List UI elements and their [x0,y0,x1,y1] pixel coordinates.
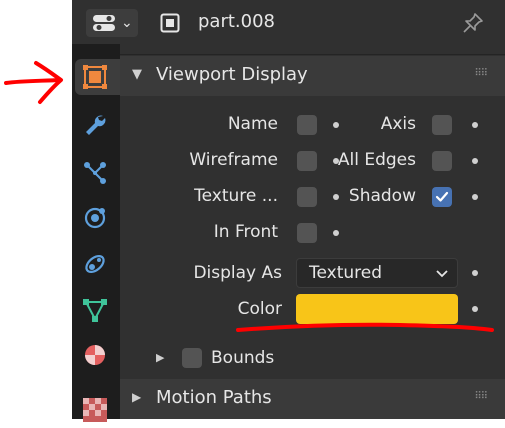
chevron-down-icon: ⌄ [121,15,133,31]
tab-modifiers[interactable] [75,106,115,142]
wireframe-checkbox[interactable] [297,151,317,171]
tab-object[interactable] [75,59,120,95]
motion-paths-title: Motion Paths [156,387,272,408]
wireframe-label: Wireframe [189,150,278,170]
tab-constraints[interactable] [75,246,115,282]
mesh-data-icon [83,299,107,322]
properties-editor-icon [93,15,115,31]
texture-space-checkbox[interactable] [297,187,317,207]
object-icon [160,13,180,33]
in-front-label: In Front [213,222,278,242]
object-properties-icon [83,65,107,89]
drag-grip-icon[interactable]: ⠿⠿ [474,68,488,79]
physics-icon [84,207,106,229]
tab-material[interactable] [75,337,115,373]
display-as-dropdown[interactable]: Textured [296,258,458,288]
material-icon [85,345,105,365]
all-edges-checkbox[interactable] [432,151,452,171]
expanded-arrow-icon: ▼ [132,67,142,82]
annotation-arrow [4,61,63,104]
color-label: Color [237,299,282,319]
in-front-keyframe-dot[interactable] [333,230,339,236]
drag-grip-icon[interactable]: ⠿⠿ [474,391,488,402]
axis-label: Axis [380,114,416,134]
bounds-label[interactable]: Bounds [211,348,274,368]
all-edges-label: All Edges [337,150,416,170]
tab-particles[interactable] [75,154,115,190]
axis-keyframe-dot[interactable] [472,122,478,128]
display-as-label: Display As [193,263,282,283]
shadow-label: Shadow [348,186,416,206]
shadow-keyframe-dot[interactable] [472,194,478,200]
editor-type-button[interactable]: ⌄ [86,9,138,37]
properties-tabs [72,44,120,422]
wrench-icon [86,115,106,135]
bounds-checkbox[interactable] [182,348,202,368]
particles-icon [84,162,106,184]
in-front-checkbox[interactable] [297,223,317,243]
properties-header: ⌄ part.008 [72,0,505,44]
collapsed-arrow-icon: ▶ [132,390,142,404]
collapsed-arrow-icon[interactable]: ▶ [156,351,164,364]
name-label: Name [227,114,278,134]
axis-checkbox[interactable] [432,115,452,135]
properties-panel[interactable]: ▼ Viewport Display ⠿⠿ Name Wireframe Tex… [120,44,505,419]
properties-editor: ⌄ part.008 ▼ Viewport Display ⠿⠿ Name Wi… [72,0,505,422]
pin-icon[interactable] [462,12,484,34]
name-checkbox[interactable] [297,115,317,135]
previous-panel-edge [120,44,505,55]
tab-data[interactable] [75,292,115,328]
texture-space-label: Texture ... [194,186,278,206]
display-as-keyframe-dot[interactable] [472,270,478,276]
chevron-down-icon [436,270,448,278]
name-keyframe-dot[interactable] [333,122,339,128]
viewport-display-title: Viewport Display [156,64,308,85]
color-swatch[interactable] [296,294,458,324]
tab-texture[interactable] [75,392,115,428]
display-as-value: Textured [309,263,383,283]
constraints-icon [85,254,105,274]
color-keyframe-dot[interactable] [472,306,478,312]
motion-paths-header[interactable]: ▶ Motion Paths ⠿⠿ [120,379,505,419]
all-edges-keyframe-dot[interactable] [472,158,478,164]
checkmark-icon [435,191,449,202]
viewport-display-header[interactable]: ▼ Viewport Display ⠿⠿ [120,56,505,96]
tab-physics[interactable] [75,199,115,235]
shadow-checkbox[interactable] [432,187,452,207]
texture-icon [83,398,107,422]
object-name: part.008 [198,11,275,32]
